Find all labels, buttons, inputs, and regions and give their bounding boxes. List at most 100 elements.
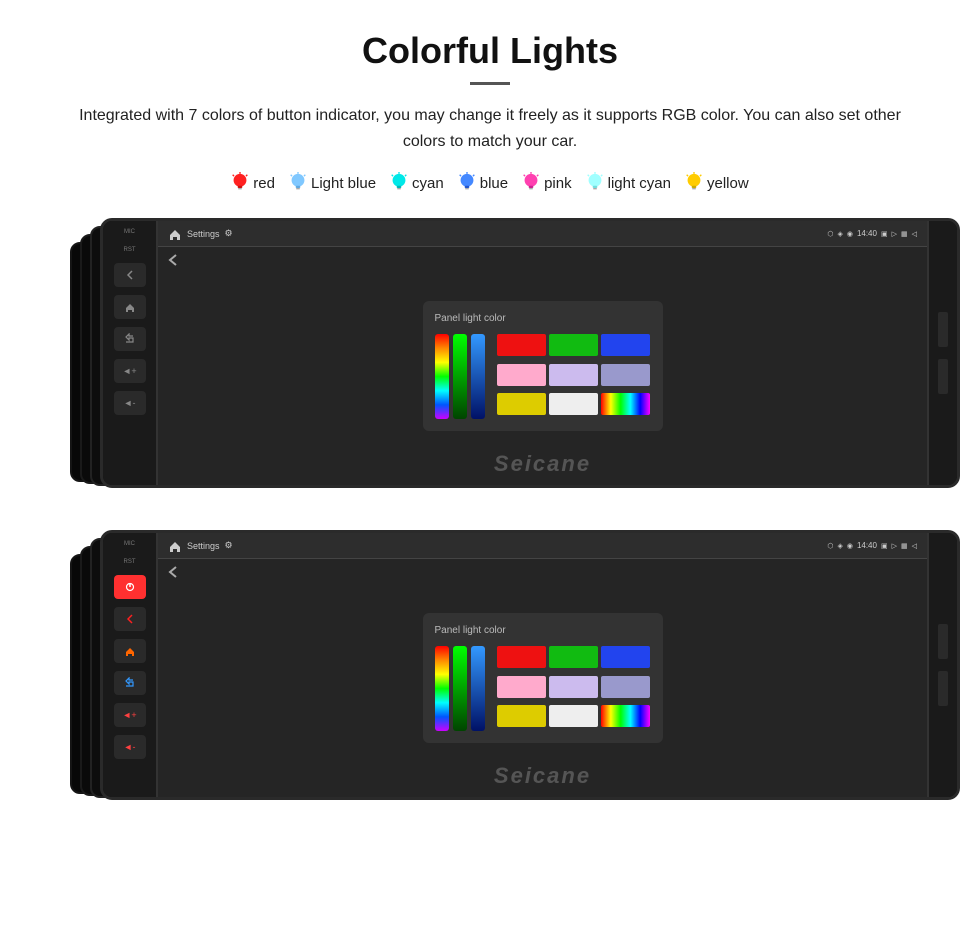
swatch-blue[interactable]: [601, 334, 650, 356]
main-device-bottom: MIC RST: [100, 530, 960, 800]
color-label-lightcyan: light cyan: [608, 175, 671, 192]
color-label-yellow: yellow: [707, 175, 749, 192]
swatch-lavender[interactable]: [549, 364, 598, 386]
swatch-b-red[interactable]: [497, 646, 546, 668]
swatch-rainbow[interactable]: [601, 393, 650, 415]
swatch-pink[interactable]: [497, 364, 546, 386]
green-bar-b: [453, 646, 467, 731]
settings-label: Settings: [187, 229, 220, 239]
tune-icon: ⚙: [225, 228, 233, 239]
swatch-b-muted[interactable]: [601, 676, 650, 698]
swatch-white[interactable]: [549, 393, 598, 415]
back-button-b[interactable]: [114, 607, 146, 631]
back-button[interactable]: [114, 263, 146, 287]
page-container: Colorful Lights Integrated with 7 colors…: [0, 0, 980, 852]
title-divider: [470, 82, 510, 85]
status-bar: Settings ⚙ ⬡ ◈ ◉ 14:40 ▣ ▷ ▦: [158, 221, 927, 247]
panel-ui-content: [435, 334, 651, 419]
color-item-pink: pink: [522, 172, 572, 194]
green-bar: [453, 334, 467, 419]
time-b-display: 14:40: [857, 541, 877, 550]
return-b-icon: [124, 677, 136, 689]
panel-ui-content-b: [435, 646, 651, 731]
back-nav-arrow-b[interactable]: [166, 565, 180, 584]
lightblue-bulb-icon: [289, 172, 307, 194]
color-label-cyan: cyan: [412, 175, 444, 192]
section-divider: [20, 520, 960, 530]
swatch-b-yellow[interactable]: [497, 705, 546, 727]
stacked-devices-bottom: MIC RST: [20, 530, 960, 820]
screen-icon: ▦: [901, 230, 908, 238]
nav-left: Settings ⚙: [168, 227, 233, 241]
screen-main: Settings ⚙ ⬡ ◈ ◉ 14:40 ▣ ▷ ▦: [158, 221, 927, 485]
bt-b-icon: ⬡: [827, 542, 833, 550]
blue-bulb-icon: [458, 172, 476, 194]
rst-label: RST: [124, 247, 136, 253]
vol-down-b[interactable]: ◄-: [114, 735, 146, 759]
color-label-lightblue: Light blue: [311, 175, 376, 192]
nav-back-b-icon: [166, 565, 180, 579]
vol-up-b-icon: ◄+: [122, 710, 136, 720]
return-button-b[interactable]: [114, 671, 146, 695]
vol-icon: ▷: [892, 230, 897, 238]
main-device-top: MIC RST ◄+: [100, 218, 960, 488]
home-button[interactable]: [114, 295, 146, 319]
blue-bar: [471, 334, 485, 419]
swatch-red[interactable]: [497, 334, 546, 356]
blue-bar-b: [471, 646, 485, 731]
status-icons-b: ⬡ ◈ ◉ 14:40 ▣ ▷ ▦ ◁: [827, 541, 917, 550]
vol-up-button[interactable]: ◄+: [114, 359, 146, 383]
back-nav-arrow[interactable]: [166, 253, 180, 272]
swatch-b-pink[interactable]: [497, 676, 546, 698]
swatch-b-blue[interactable]: [601, 646, 650, 668]
device-inner: MIC RST ◄+: [103, 221, 957, 485]
nav-back-icon: [166, 253, 180, 267]
right-tab-b1: [938, 624, 948, 659]
gps-b-icon: ◉: [847, 542, 853, 550]
camera-icon: ▣: [881, 230, 888, 238]
swatch-muted-blue[interactable]: [601, 364, 650, 386]
color-item-cyan: cyan: [390, 172, 444, 194]
vol-down-icon: ◄-: [124, 398, 136, 408]
description: Integrated with 7 colors of button indic…: [20, 103, 960, 154]
android-back-button[interactable]: [114, 327, 146, 351]
vol-up-icon: ◄+: [122, 366, 136, 376]
swatch-yellow[interactable]: [497, 393, 546, 415]
cyan-bulb-icon: [390, 172, 408, 194]
swatch-b-green[interactable]: [549, 646, 598, 668]
rainbow-bar: [435, 334, 449, 419]
rainbow-bar-b: [435, 646, 449, 731]
back-arrow-icon: [124, 269, 136, 281]
home-icon: [124, 301, 136, 313]
swatch-b-rainbow[interactable]: [601, 705, 650, 727]
power-icon: [125, 582, 135, 592]
swatch-b-white[interactable]: [549, 705, 598, 727]
right-button-panel: [927, 221, 957, 485]
time-display: 14:40: [857, 229, 877, 238]
stacked-devices-top: MIC RST ◄+: [20, 218, 960, 508]
panel-ui-title: Panel light color: [435, 313, 651, 324]
home-nav-b-icon: [168, 539, 182, 553]
vol-down-button[interactable]: ◄-: [114, 391, 146, 415]
color-item-blue: blue: [458, 172, 508, 194]
bluetooth-icon: ⬡: [827, 230, 833, 238]
vol-up-b[interactable]: ◄+: [114, 703, 146, 727]
device-inner-bottom: MIC RST: [103, 533, 957, 797]
left-button-panel: MIC RST ◄+: [103, 221, 158, 485]
android-icon: ◁: [912, 230, 917, 238]
watermark-top: Seicane: [494, 451, 591, 477]
home-button-b[interactable]: [114, 639, 146, 663]
color-swatches-b: [497, 646, 651, 731]
color-label-blue: blue: [480, 175, 508, 192]
mic-label: MIC: [124, 229, 135, 235]
mic-label-b: MIC: [124, 541, 135, 547]
power-button-colored[interactable]: [114, 575, 146, 599]
scr-b-icon: ▦: [901, 542, 908, 550]
vol-down-b-icon: ◄-: [124, 742, 136, 752]
swatch-green[interactable]: [549, 334, 598, 356]
bottom-device-group: MIC RST: [20, 530, 960, 820]
swatch-b-lavender[interactable]: [549, 676, 598, 698]
back-arrow-b-icon: [124, 613, 136, 625]
home-b-icon: [124, 645, 136, 657]
tune-b-icon: ⚙: [225, 540, 233, 551]
